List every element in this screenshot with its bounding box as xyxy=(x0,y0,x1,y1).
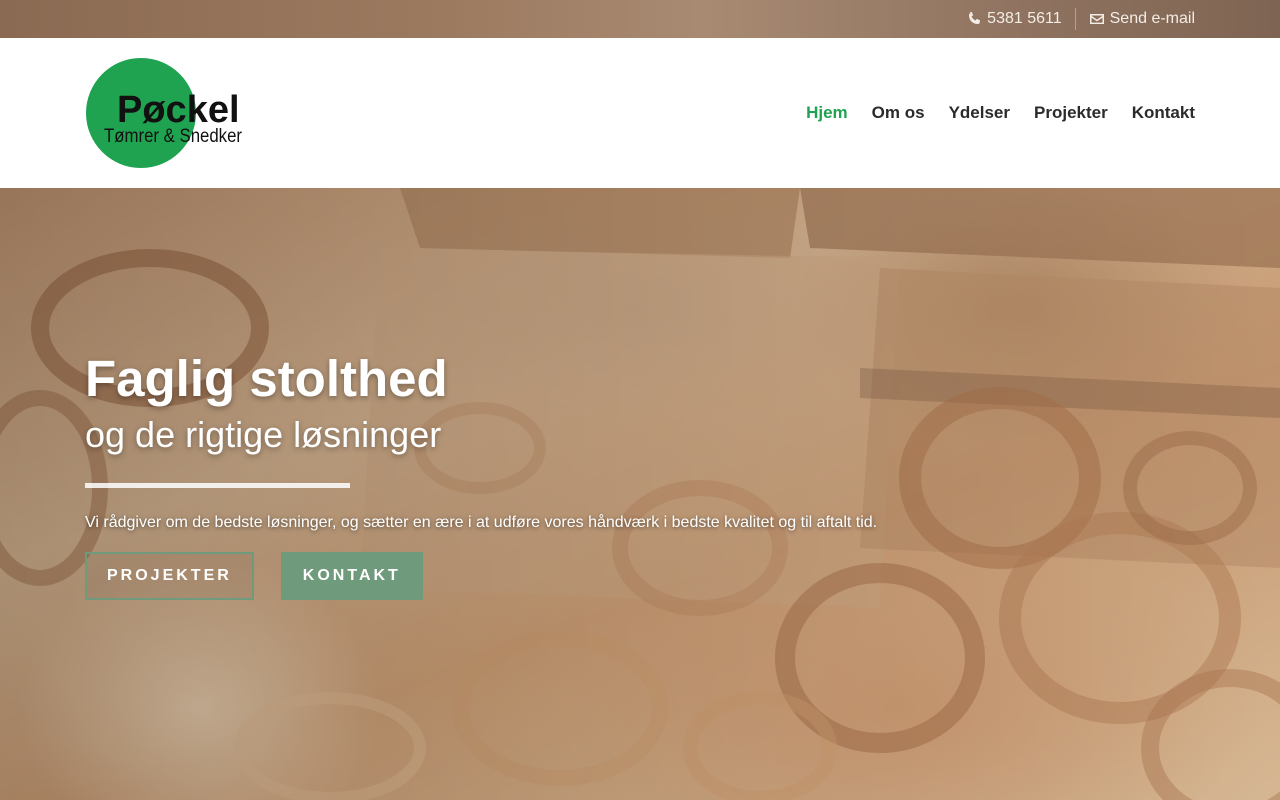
hero-buttons: PROJEKTER KONTAKT xyxy=(85,552,985,600)
site-logo[interactable]: Pøckel Tømrer & Snedker xyxy=(85,58,245,170)
hero-description: Vi rådgiver om de bedste løsninger, og s… xyxy=(85,514,878,531)
projects-button[interactable]: PROJEKTER xyxy=(85,552,254,600)
contact-button[interactable]: KONTAKT xyxy=(280,552,423,600)
top-contact-bar: 5381 5611 Send e-mail xyxy=(0,0,1280,38)
hero-section: Faglig stolthed og de rigtige løsninger … xyxy=(0,188,1280,800)
main-navigation: Hjem Om os Ydelser Projekter Kontakt xyxy=(806,38,1195,188)
logo-tagline: Tømrer & Snedker xyxy=(104,126,243,147)
divider xyxy=(1074,8,1076,30)
envelope-icon xyxy=(1089,14,1104,24)
nav-item-om-os[interactable]: Om os xyxy=(872,103,925,123)
phone-icon xyxy=(969,12,981,24)
nav-item-ydelser[interactable]: Ydelser xyxy=(949,103,1010,123)
hero-divider xyxy=(85,483,350,488)
contact-links: 5381 5611 Send e-mail xyxy=(966,0,1195,38)
phone-link[interactable]: 5381 5611 xyxy=(966,10,1062,28)
site-header: Pøckel Tømrer & Snedker Hjem Om os Ydels… xyxy=(0,38,1280,188)
logo-name: Pøckel xyxy=(117,89,240,131)
hero-title: Faglig stolthed xyxy=(85,350,448,407)
email-link[interactable]: Send e-mail xyxy=(1089,10,1195,28)
nav-item-hjem[interactable]: Hjem xyxy=(806,103,848,123)
nav-item-kontakt[interactable]: Kontakt xyxy=(1132,103,1195,123)
hero-subtitle: og de rigtige løsninger xyxy=(85,414,442,455)
phone-number: 5381 5611 xyxy=(987,10,1062,27)
nav-item-projekter[interactable]: Projekter xyxy=(1034,103,1108,123)
email-label: Send e-mail xyxy=(1109,10,1195,27)
hero-content: Faglig stolthed og de rigtige løsninger … xyxy=(85,348,985,600)
